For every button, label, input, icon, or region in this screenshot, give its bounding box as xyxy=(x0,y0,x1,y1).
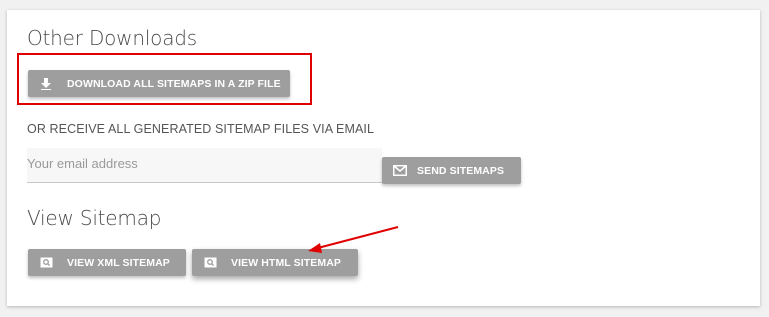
view-xml-sitemap-button[interactable]: VIEW XML SITEMAP xyxy=(28,249,186,276)
envelope-icon xyxy=(393,164,407,178)
view-xml-sitemap-label: VIEW XML SITEMAP xyxy=(67,256,170,269)
download-zip-label: DOWNLOAD ALL SITEMAPS IN A ZIP FILE xyxy=(67,77,281,90)
email-input[interactable] xyxy=(27,148,382,182)
send-sitemaps-button[interactable]: SEND SITEMAPS xyxy=(382,157,521,184)
email-field-container xyxy=(27,148,382,183)
search-page-icon xyxy=(39,256,53,270)
annotation-arrow xyxy=(308,226,399,253)
other-downloads-title: Other Downloads xyxy=(27,26,197,50)
send-sitemaps-label: SEND SITEMAPS xyxy=(417,164,505,177)
download-zip-button[interactable]: DOWNLOAD ALL SITEMAPS IN A ZIP FILE xyxy=(28,70,290,97)
view-html-sitemap-label: VIEW HTML SITEMAP xyxy=(231,256,342,269)
email-caption: OR RECEIVE ALL GENERATED SITEMAP FILES V… xyxy=(27,122,375,136)
search-page-icon xyxy=(203,256,217,270)
view-sitemap-title: View Sitemap xyxy=(27,206,162,230)
download-icon xyxy=(39,77,53,91)
